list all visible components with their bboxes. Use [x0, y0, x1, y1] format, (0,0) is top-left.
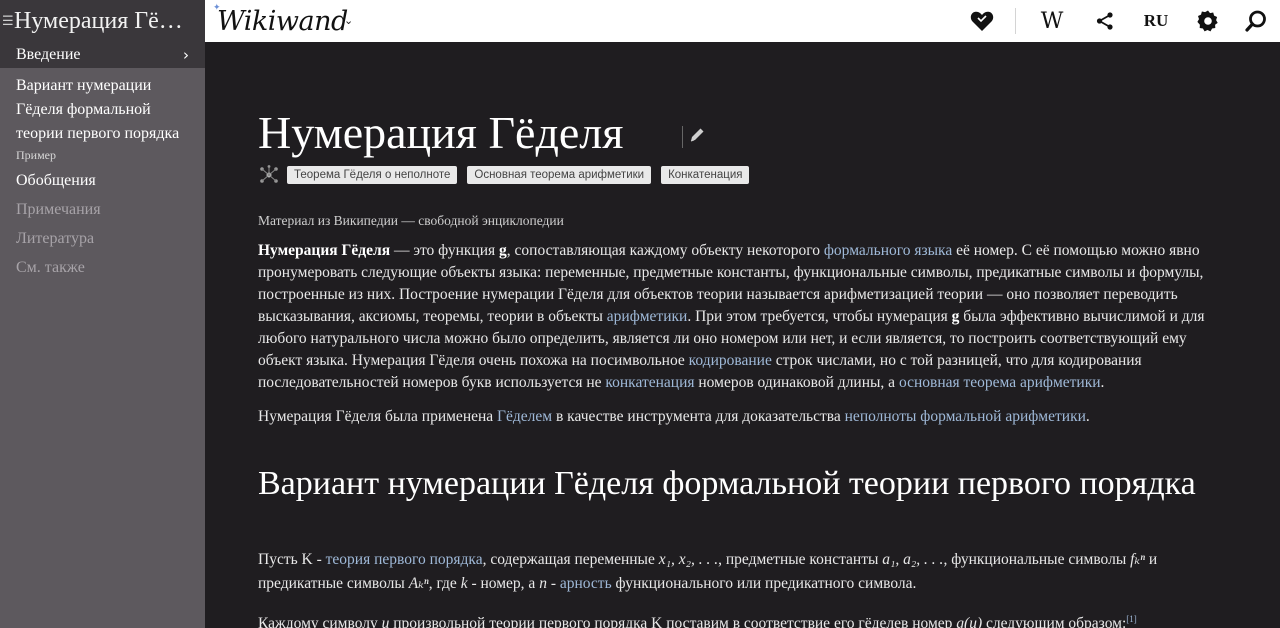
- chevron-right-icon: ›: [183, 46, 189, 64]
- toc-item-label: Введение: [16, 46, 81, 63]
- link-incompleteness[interactable]: неполноты формальной арифметики: [845, 408, 1086, 425]
- topbar: ✦ Wikiwand ⌄ W RU: [205, 0, 1280, 42]
- sidebar: ☰ Нумерация Гё… Введение › Вариант нумер…: [0, 0, 205, 628]
- toc-item-notes[interactable]: Примечания: [0, 195, 205, 224]
- page-title: Нумерация Гёделя: [258, 107, 624, 158]
- heart-icon[interactable]: [967, 8, 997, 34]
- article-area: Нумерация Гёделя Теорема Гёделя о неполн…: [205, 42, 1280, 628]
- link-arithmetic[interactable]: арифметики: [607, 308, 688, 325]
- link-fundamental-theorem[interactable]: основная теорема арифметики: [899, 374, 1101, 391]
- network-icon: [260, 165, 278, 183]
- term-bold: Нумерация Гёделя: [258, 242, 391, 259]
- source-note: Материал из Википедии — свободной энцикл…: [258, 213, 564, 228]
- wikiwand-logo[interactable]: Wikiwand: [217, 6, 348, 37]
- tag-concatenation[interactable]: Конкатенация: [661, 166, 750, 184]
- pencil-icon[interactable]: [688, 126, 706, 149]
- link-formal-language[interactable]: формального языка: [824, 242, 952, 259]
- related-tags: Теорема Гёделя о неполноте Основная теор…: [258, 164, 759, 186]
- share-icon[interactable]: [1090, 8, 1120, 34]
- section-heading: Вариант нумерации Гёделя формальной теор…: [258, 465, 1196, 502]
- toc-item-intro[interactable]: Введение ›: [0, 42, 205, 68]
- toc-item-variant[interactable]: Вариант нумерации Гёделя формальной теор…: [0, 68, 205, 146]
- wikipedia-icon[interactable]: W: [1037, 8, 1067, 34]
- variant-paragraph: Пусть K - теория первого порядка, содерж…: [258, 551, 1158, 592]
- link-arity[interactable]: арность: [560, 575, 612, 592]
- intro-paragraph: Нумерация Гёделя — это функция g, сопост…: [258, 242, 1205, 391]
- tag-fundamental-theorem-arithmetic[interactable]: Основная теорема арифметики: [467, 166, 652, 184]
- sidebar-header: ☰ Нумерация Гё…: [0, 0, 205, 42]
- link-encoding[interactable]: кодирование: [689, 352, 772, 369]
- tag-incompleteness-theorem[interactable]: Теорема Гёделя о неполноте: [287, 166, 458, 184]
- numbering-paragraph: Каждому символу u произвольной теории пе…: [258, 614, 1137, 628]
- toolbar-divider: [1015, 8, 1016, 34]
- link-first-order-theory[interactable]: теория первого порядка: [326, 551, 483, 568]
- sidebar-title[interactable]: Нумерация Гё…: [14, 8, 194, 35]
- toc-item-see-also[interactable]: См. также: [0, 253, 205, 282]
- toc-item-example[interactable]: Пример: [0, 146, 205, 164]
- title-divider: [682, 126, 683, 148]
- gear-icon[interactable]: [1193, 8, 1223, 34]
- language-button[interactable]: RU: [1139, 8, 1173, 34]
- toc-item-literature[interactable]: Литература: [0, 224, 205, 253]
- reference-link[interactable]: [1]: [1126, 614, 1137, 624]
- link-godel[interactable]: Гёделем: [497, 408, 552, 425]
- link-concatenation[interactable]: конкатенация: [605, 374, 694, 391]
- toc-item-generalizations[interactable]: Обобщения: [0, 166, 205, 195]
- menu-icon[interactable]: ☰: [2, 14, 14, 29]
- search-icon[interactable]: [1241, 8, 1271, 34]
- godel-paragraph: Нумерация Гёделя была применена Гёделем …: [258, 408, 1090, 425]
- chevron-down-icon[interactable]: ⌄: [344, 14, 353, 27]
